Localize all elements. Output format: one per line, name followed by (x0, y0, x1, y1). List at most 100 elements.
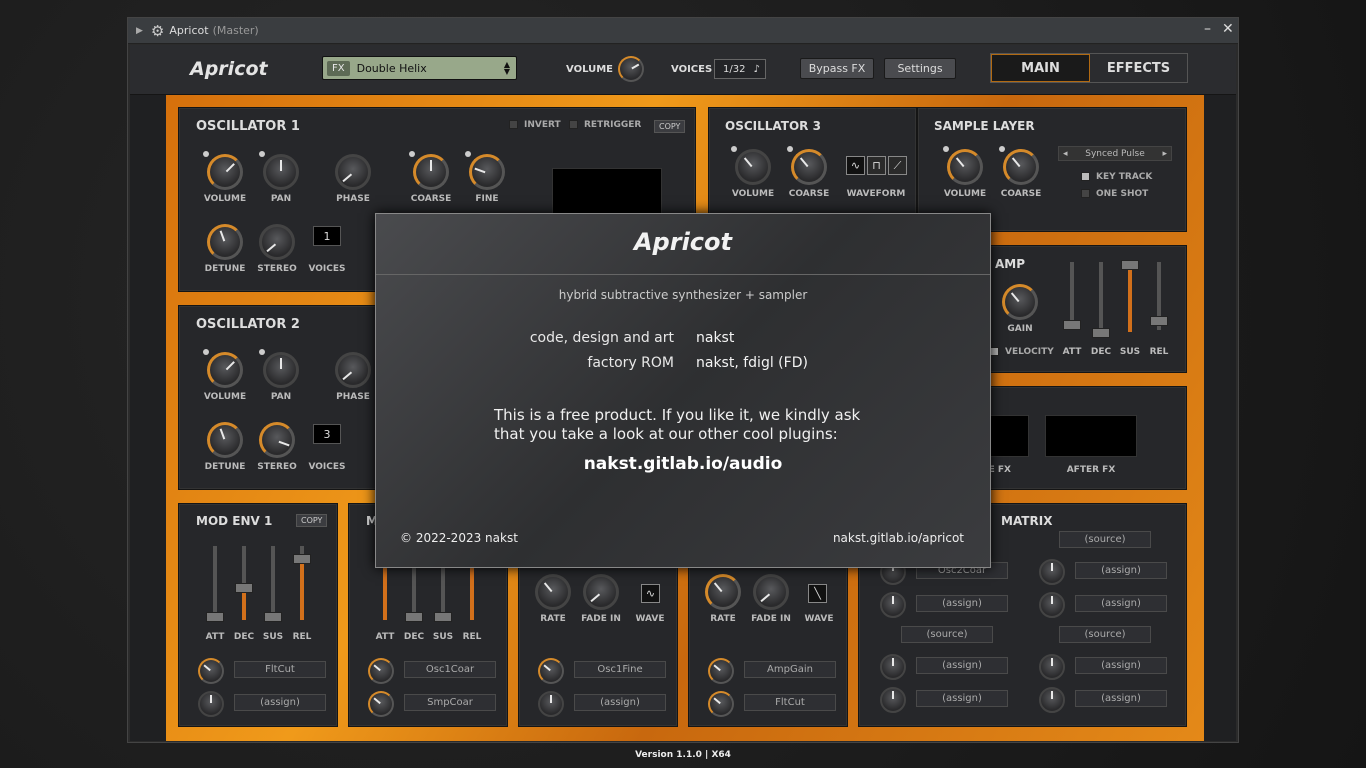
lfo2-target-2[interactable]: FltCut (744, 694, 836, 711)
key-track-label: KEY TRACK (1096, 172, 1153, 182)
matrix-target[interactable]: (assign) (916, 595, 1008, 612)
sine-wave-icon[interactable]: ∿ (846, 156, 865, 175)
sample-volume-knob[interactable] (947, 149, 983, 185)
lfo1-target-1[interactable]: Osc1Fine (574, 661, 666, 678)
sample-selector[interactable]: ◂ Synced Pulse ▸ (1058, 146, 1172, 161)
modenv1-release-slider[interactable] (293, 546, 311, 620)
lfo2-rate-knob[interactable] (705, 574, 741, 610)
settings-button[interactable]: Settings (884, 58, 956, 79)
matrix-amount-knob[interactable] (1039, 559, 1065, 585)
tab-effects[interactable]: EFFECTS (1090, 54, 1187, 82)
matrix-amount-knob[interactable] (1039, 687, 1065, 713)
matrix-source[interactable]: (source) (901, 626, 993, 643)
lfo2-amount-knob[interactable] (708, 658, 734, 684)
amp-gain-knob[interactable] (1002, 284, 1038, 320)
invert-checkbox[interactable] (509, 120, 518, 129)
modenv1-copy-button[interactable]: COPY (296, 514, 328, 527)
matrix-source[interactable]: (source) (1059, 531, 1151, 548)
tab-main[interactable]: MAIN (991, 54, 1090, 82)
saw-wave-icon[interactable]: ⟋ (888, 156, 907, 175)
amp-sustain-slider[interactable] (1121, 260, 1139, 332)
about-message: This is a free product. If you like it, … (494, 406, 894, 444)
gear-icon[interactable]: ⚙ (151, 22, 164, 40)
lfo1-amount-knob[interactable] (538, 658, 564, 684)
sample-coarse-knob[interactable] (1003, 149, 1039, 185)
modenv1-target-1[interactable]: FltCut (234, 661, 326, 678)
matrix-amount-knob[interactable] (880, 654, 906, 680)
modenv1-attack-slider[interactable] (206, 546, 224, 622)
lfo1-wave-icon[interactable]: ∿ (641, 584, 660, 603)
about-message-line-2: that you take a look at our other cool p… (494, 425, 838, 443)
modenv2-amount-knob-2[interactable] (368, 691, 394, 717)
amp-decay-slider[interactable] (1092, 262, 1110, 338)
osc2-pan-knob[interactable] (263, 352, 299, 388)
osc1-fine-knob[interactable] (469, 154, 505, 190)
matrix-target[interactable]: (assign) (916, 690, 1008, 707)
knob-label: DETUNE (204, 462, 246, 472)
lfo1-rate-knob[interactable] (535, 574, 571, 610)
knob-label: WAVEFORM (846, 189, 906, 199)
osc1-phase-knob[interactable] (335, 154, 371, 190)
lfo2-amount-knob-2[interactable] (708, 691, 734, 717)
matrix-amount-knob[interactable] (1039, 654, 1065, 680)
one-shot-checkbox[interactable] (1081, 189, 1090, 198)
key-track-checkbox[interactable] (1081, 172, 1090, 181)
modenv1-sustain-slider[interactable] (264, 546, 282, 622)
close-icon[interactable]: ✕ (1222, 21, 1234, 37)
matrix-amount-knob[interactable] (880, 687, 906, 713)
master-volume-knob[interactable] (618, 56, 644, 82)
bypass-fx-button[interactable]: Bypass FX (800, 58, 874, 79)
velocity-checkbox[interactable] (990, 347, 999, 356)
osc2-phase-knob[interactable] (335, 352, 371, 388)
next-icon[interactable]: ▸ (1162, 149, 1167, 159)
osc2-stereo-knob[interactable] (259, 422, 295, 458)
homepage-link[interactable]: nakst.gitlab.io/apricot (833, 531, 964, 545)
osc1-copy-button[interactable]: COPY (654, 120, 686, 133)
matrix-target[interactable]: (assign) (916, 657, 1008, 674)
modenv1-decay-slider[interactable] (235, 546, 253, 620)
voices-field[interactable]: 1/32 ♪ (714, 59, 766, 79)
lfo1-fade-in-knob[interactable] (583, 574, 619, 610)
preset-selector[interactable]: FX Double Helix ▲ ▼ (322, 56, 517, 80)
minimize-icon[interactable]: – (1204, 21, 1211, 37)
modenv1-target-2[interactable]: (assign) (234, 694, 326, 711)
osc1-pan-knob[interactable] (263, 154, 299, 190)
modenv2-target-2[interactable]: SmpCoar (404, 694, 496, 711)
osc1-voices-display[interactable]: 1 (313, 226, 341, 246)
osc2-volume-knob[interactable] (207, 352, 243, 388)
matrix-source[interactable]: (source) (1059, 626, 1151, 643)
matrix-target[interactable]: (assign) (1075, 562, 1167, 579)
about-dialog[interactable]: Apricot hybrid subtractive synthesizer +… (375, 213, 991, 568)
osc2-voices-display[interactable]: 3 (313, 424, 341, 444)
osc3-coarse-knob[interactable] (791, 149, 827, 185)
matrix-target[interactable]: (assign) (1075, 657, 1167, 674)
modenv1-amount-knob[interactable] (198, 658, 224, 684)
lfo1-amount-knob-2[interactable] (538, 691, 564, 717)
matrix-amount-knob[interactable] (1039, 592, 1065, 618)
retrigger-checkbox[interactable] (569, 120, 578, 129)
osc3-volume-knob[interactable] (735, 149, 771, 185)
osc1-volume-knob[interactable] (207, 154, 243, 190)
sort-arrows-icon[interactable]: ▲ ▼ (504, 61, 510, 76)
expand-arrow-icon[interactable]: ▶ (136, 26, 143, 36)
lfo2-fade-in-knob[interactable] (753, 574, 789, 610)
osc1-stereo-knob[interactable] (259, 224, 295, 260)
matrix-target[interactable]: (assign) (1075, 595, 1167, 612)
window-titlebar[interactable]: ▶ ⚙ Apricot (Master) – ✕ (128, 18, 1238, 44)
osc1-coarse-knob[interactable] (413, 154, 449, 190)
osc2-detune-knob[interactable] (207, 422, 243, 458)
modenv1-amount-knob-2[interactable] (198, 691, 224, 717)
plugins-link[interactable]: nakst.gitlab.io/audio (376, 454, 990, 474)
matrix-amount-knob[interactable] (880, 592, 906, 618)
lfo1-target-2[interactable]: (assign) (574, 694, 666, 711)
amp-release-slider[interactable] (1150, 262, 1168, 330)
modenv2-target-1[interactable]: Osc1Coar (404, 661, 496, 678)
lfo2-wave-icon[interactable]: ╲ (808, 584, 827, 603)
matrix-target[interactable]: (assign) (1075, 690, 1167, 707)
osc1-detune-knob[interactable] (207, 224, 243, 260)
amp-attack-slider[interactable] (1063, 262, 1081, 330)
knob-label: DETUNE (204, 264, 246, 274)
square-wave-icon[interactable]: ⊓ (867, 156, 886, 175)
modenv2-amount-knob[interactable] (368, 658, 394, 684)
lfo2-target-1[interactable]: AmpGain (744, 661, 836, 678)
